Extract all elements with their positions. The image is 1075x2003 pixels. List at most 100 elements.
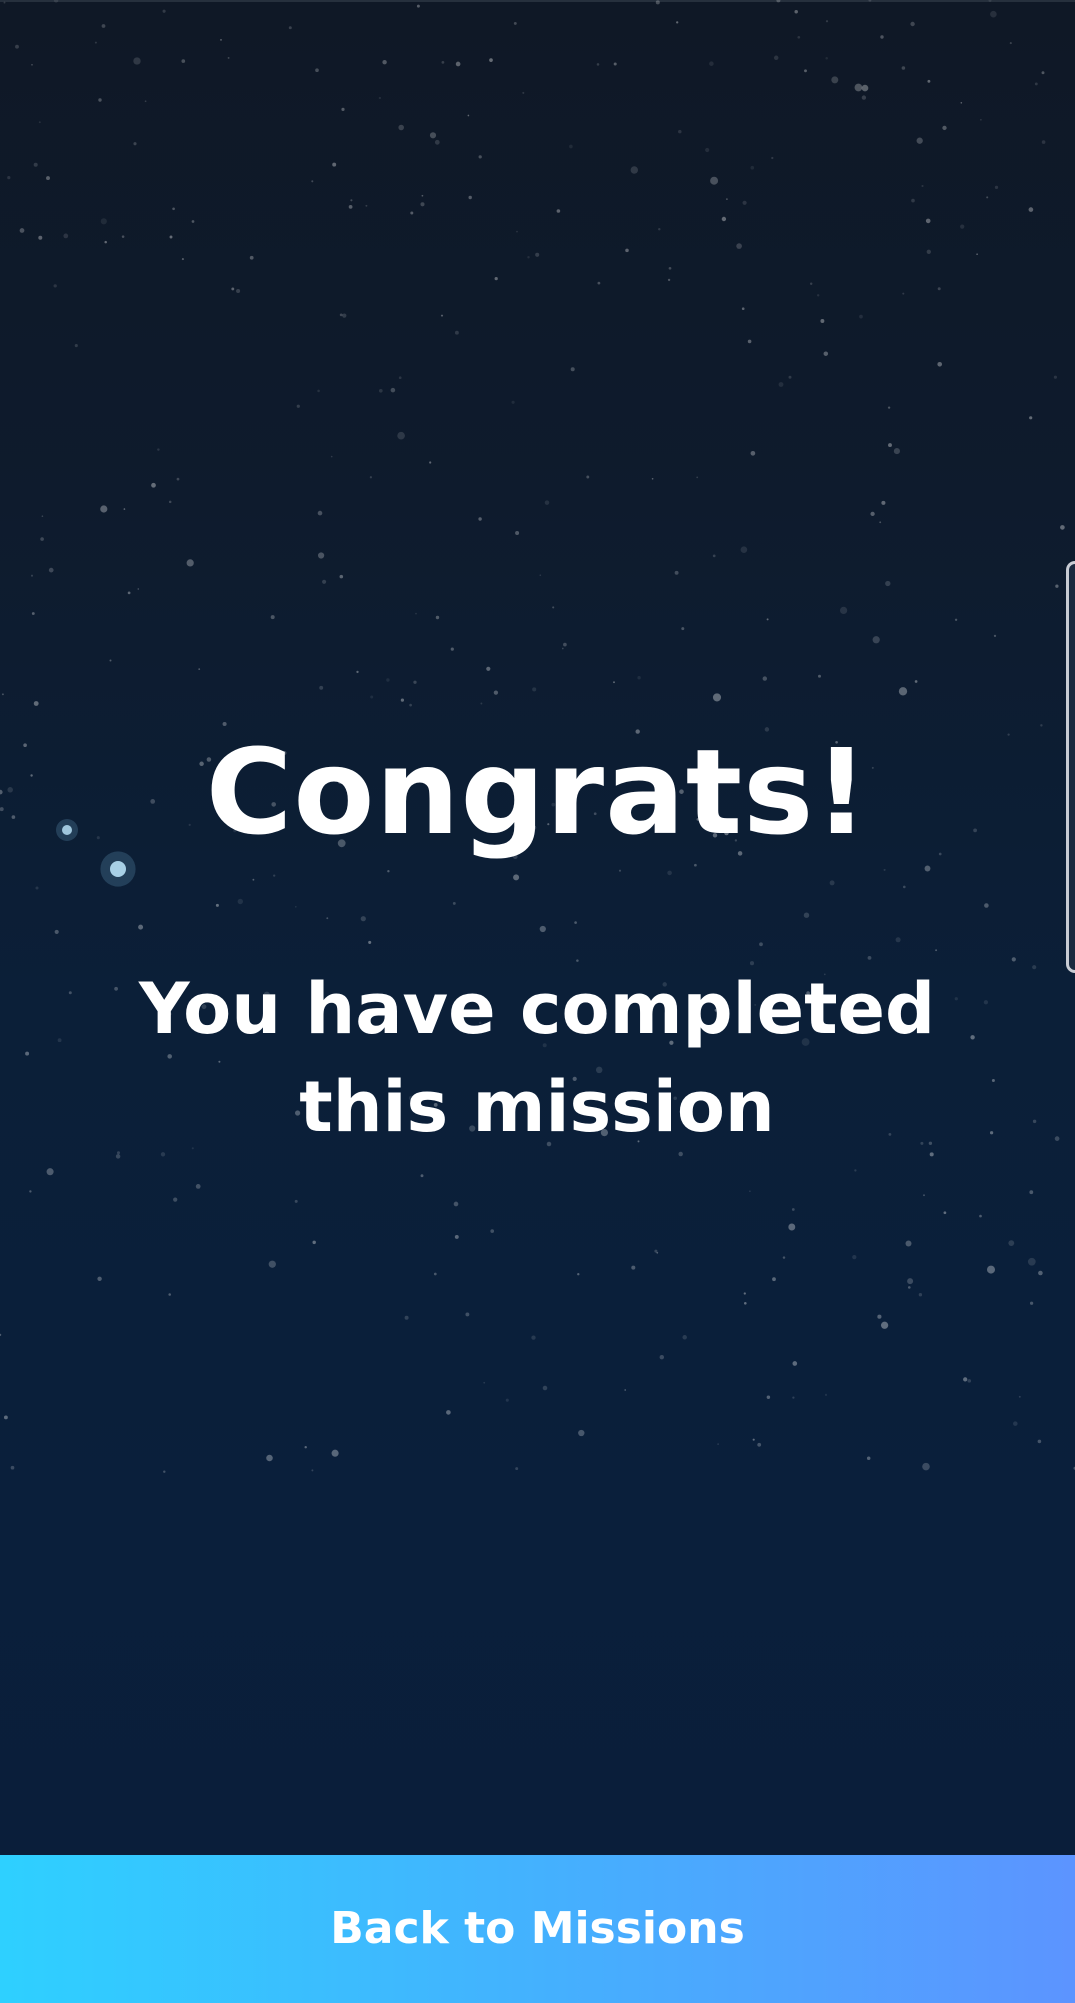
star	[1011, 957, 1016, 962]
star	[674, 570, 679, 575]
star	[413, 680, 417, 684]
star	[1032, 1119, 1037, 1124]
star	[468, 195, 472, 200]
star	[505, 1398, 509, 1402]
star	[883, 868, 886, 871]
star	[1029, 1190, 1034, 1195]
star	[97, 1276, 102, 1282]
star	[935, 949, 938, 952]
star	[478, 155, 482, 159]
star	[960, 224, 965, 229]
back-to-missions-button[interactable]: Back to Missions	[0, 1855, 1075, 2003]
star	[1029, 1301, 1034, 1305]
star	[989, 1131, 994, 1135]
star	[109, 659, 112, 662]
star	[429, 132, 437, 139]
star	[181, 258, 184, 261]
star	[114, 986, 118, 991]
star	[804, 69, 807, 73]
star	[990, 10, 997, 18]
star	[294, 1199, 298, 1203]
star	[925, 218, 931, 224]
star	[655, 0, 660, 5]
star	[48, 567, 54, 573]
star	[522, 91, 525, 94]
star	[1055, 584, 1059, 588]
star	[705, 147, 710, 153]
star	[924, 865, 931, 872]
star	[1041, 140, 1046, 144]
star	[740, 546, 748, 554]
star	[98, 98, 102, 102]
star	[631, 1265, 636, 1270]
star	[825, 57, 828, 60]
star	[749, 1190, 751, 1193]
star	[613, 62, 617, 66]
star	[901, 66, 906, 70]
star	[817, 294, 820, 297]
bright-star	[110, 861, 126, 877]
star	[921, 184, 924, 188]
star	[911, 198, 915, 203]
star	[400, 698, 404, 702]
star	[465, 1312, 470, 1317]
star	[370, 695, 374, 699]
star	[169, 235, 173, 239]
star	[994, 185, 999, 190]
star	[757, 1442, 762, 1447]
star	[220, 39, 222, 41]
star	[1009, 42, 1012, 45]
star	[667, 278, 671, 282]
star	[926, 249, 931, 254]
star	[914, 680, 918, 683]
star	[721, 216, 727, 222]
star	[266, 1454, 273, 1462]
star	[988, 0, 992, 2]
star	[173, 1197, 178, 1202]
star	[273, 874, 276, 877]
star	[778, 382, 784, 387]
star	[736, 243, 742, 249]
star	[937, 287, 941, 291]
star	[454, 330, 459, 335]
completion-message: You have completed this mission	[138, 968, 936, 1148]
star	[511, 400, 515, 404]
star	[339, 313, 343, 317]
star	[839, 606, 848, 615]
star	[987, 1265, 995, 1274]
star	[752, 1438, 755, 1441]
star	[563, 642, 567, 647]
star	[782, 1256, 786, 1259]
star	[1018, 1395, 1021, 1398]
star	[516, 230, 518, 233]
star	[659, 1354, 665, 1360]
star	[441, 61, 445, 64]
star	[342, 313, 347, 318]
star	[824, 1393, 828, 1396]
star	[742, 200, 747, 205]
star	[490, 1229, 495, 1233]
star	[186, 559, 194, 567]
star	[386, 678, 390, 682]
star	[1060, 525, 1065, 530]
star	[404, 1315, 409, 1320]
star	[905, 1240, 912, 1247]
star	[967, 1379, 972, 1383]
star	[3, 1415, 8, 1420]
star	[478, 517, 482, 521]
star	[429, 461, 432, 464]
star	[410, 211, 414, 215]
star	[880, 1321, 889, 1329]
star	[94, 41, 97, 44]
star	[420, 1174, 424, 1178]
star	[415, 612, 417, 615]
star	[794, 10, 798, 14]
star	[741, 307, 745, 311]
star	[678, 129, 682, 134]
star	[937, 361, 943, 367]
star	[898, 687, 908, 696]
star	[570, 367, 575, 372]
star	[1032, 965, 1037, 970]
star	[311, 1469, 314, 1472]
star	[480, 702, 483, 705]
